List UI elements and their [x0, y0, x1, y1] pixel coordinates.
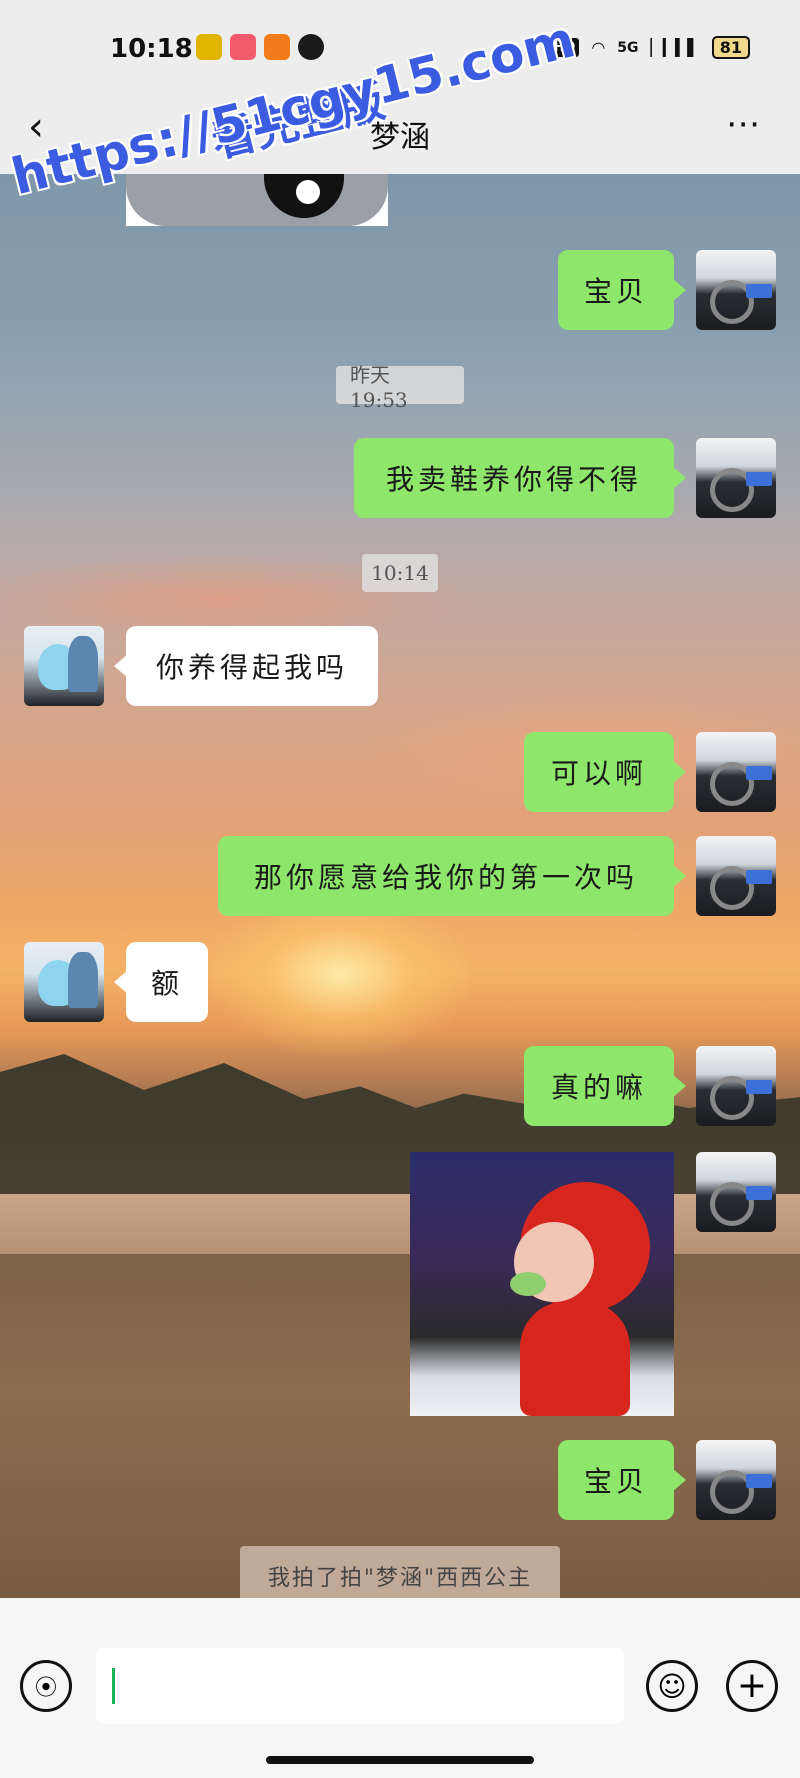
message-input[interactable] [96, 1648, 624, 1724]
signal-icon: ▏▎▍▌ [650, 38, 700, 57]
status-time: 10:18 [110, 34, 193, 64]
sticker-message-partial[interactable] [126, 174, 388, 226]
voice-icon: ⦿ [34, 1676, 57, 1701]
message-bubble-incoming[interactable]: 额 [114, 942, 208, 1022]
notification-app-icon [230, 34, 256, 60]
sticker-face [126, 174, 388, 226]
my-avatar[interactable] [696, 438, 776, 518]
sticker-pig-body [520, 1302, 630, 1416]
status-app-icons [196, 34, 324, 60]
emoji-button[interactable]: ☺ [646, 1660, 698, 1712]
message-bubble-outgoing[interactable]: 那你愿意给我你的第一次吗 [218, 836, 686, 916]
message-bubble-outgoing[interactable]: 宝贝 [558, 1440, 686, 1520]
notification-app-icon [196, 34, 222, 60]
emoji-icon: ☺ [657, 1669, 687, 1703]
my-avatar[interactable] [696, 732, 776, 812]
status-indicators: HD ◠ 5G ▏▎▍▌ 81 [549, 36, 750, 59]
sticker-pig-snout [510, 1272, 546, 1296]
my-avatar[interactable] [696, 250, 776, 330]
my-avatar[interactable] [696, 1440, 776, 1520]
text-cursor [112, 1668, 115, 1704]
my-avatar[interactable] [696, 1046, 776, 1126]
more-dots-icon: ⋯ [726, 104, 762, 144]
message-bubble-outgoing[interactable]: 真的嘛 [524, 1046, 686, 1126]
sticker-pupil [296, 180, 320, 204]
message-bubble-outgoing[interactable]: 宝贝 [558, 250, 686, 330]
battery-indicator: 81 [711, 36, 750, 59]
message-bubble-incoming[interactable]: 你养得起我吗 [114, 626, 378, 706]
message-timestamp: 昨天 19:53 [336, 363, 464, 412]
cartoon-pig-sticker[interactable] [410, 1152, 674, 1416]
wifi-icon: ◠ [591, 38, 606, 57]
pat-system-notice: 我拍了拍"梦涵"西西公主 [240, 1546, 560, 1606]
plus-icon: + [736, 1665, 768, 1706]
message-bubble-outgoing[interactable]: 我卖鞋养你得不得 [354, 438, 686, 518]
notification-app-icon [298, 34, 324, 60]
home-indicator[interactable] [266, 1756, 534, 1764]
network-label: 5G [617, 39, 639, 56]
notification-app-icon [264, 34, 290, 60]
contact-avatar[interactable] [24, 942, 104, 1022]
message-bubble-outgoing[interactable]: 可以啊 [524, 732, 686, 812]
my-avatar[interactable] [696, 836, 776, 916]
voice-button[interactable]: ⦿ [20, 1660, 72, 1712]
my-avatar[interactable] [696, 1152, 776, 1232]
message-timestamp: 10:14 [362, 554, 438, 592]
plus-button[interactable]: + [726, 1660, 778, 1712]
more-button[interactable]: ⋯ [726, 104, 762, 144]
wallpaper-sun [210, 894, 470, 1054]
contact-avatar[interactable] [24, 626, 104, 706]
